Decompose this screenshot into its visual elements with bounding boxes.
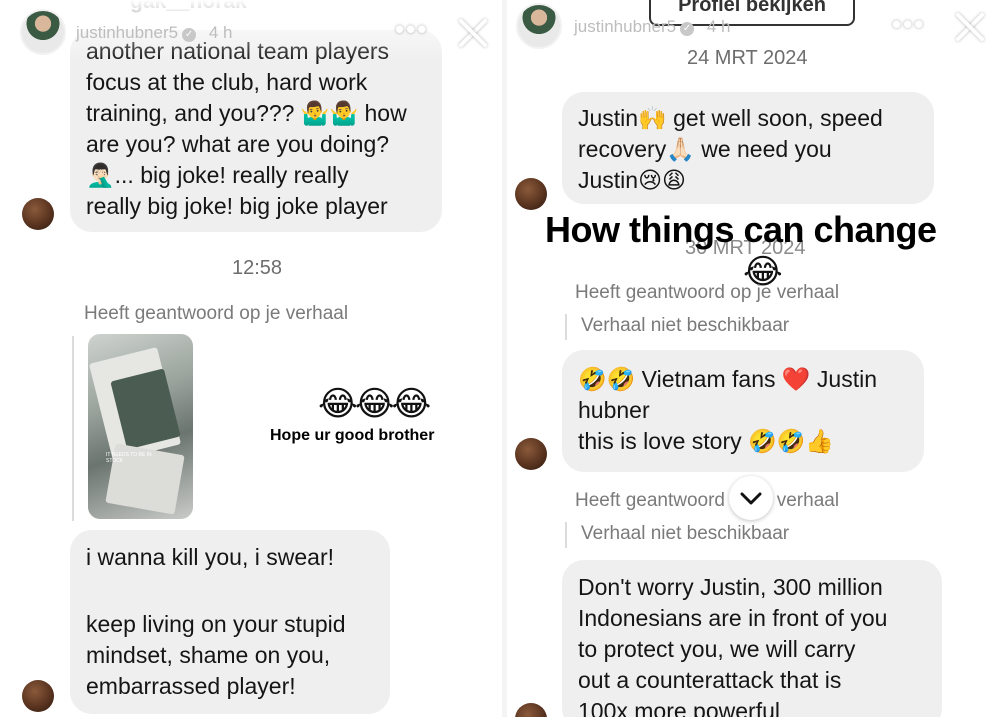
message-line: out a counterattack that is bbox=[578, 667, 842, 693]
story-thumbnail[interactable]: IT NEEDS TO BE IN STOCK bbox=[88, 334, 193, 519]
left-story-panel: gak__horak another national team players… bbox=[0, 0, 502, 717]
message-line: mindset, shame on you, bbox=[86, 642, 331, 668]
top-username: gak__horak bbox=[130, 0, 247, 13]
header-username-row[interactable]: justinhubner5 ✓ 4 h bbox=[76, 23, 232, 43]
profile-avatar[interactable] bbox=[20, 9, 66, 55]
message-line: Justin😢😩 bbox=[578, 167, 687, 193]
close-icon[interactable] bbox=[456, 16, 490, 50]
message-line: Justin🙌 get well soon, speed bbox=[578, 105, 883, 131]
message-bubble: another national team players focus at t… bbox=[70, 30, 442, 232]
message-line: embarrassed player! bbox=[86, 673, 296, 699]
message-bubble: i wanna kill you, i swear! keep living o… bbox=[70, 530, 390, 714]
header-username: justinhubner5 bbox=[574, 17, 677, 36]
message-line: hubner bbox=[578, 397, 650, 423]
story-unavailable: Verhaal niet beschikbaar bbox=[581, 315, 790, 336]
reply-label: Heeft geantwoord op je verhaal bbox=[575, 490, 840, 511]
sender-avatar bbox=[515, 438, 547, 470]
message-line: 🤦🏻‍♂️... big joke! really really bbox=[86, 162, 349, 188]
message-line: to protect you, we will carry bbox=[578, 636, 856, 662]
header-username: justinhubner5 bbox=[76, 23, 179, 42]
message-line: recovery🙏🏻 we need you bbox=[578, 136, 832, 162]
message-line: i wanna kill you, i swear! bbox=[86, 544, 334, 570]
message-bubble: Don't worry Justin, 300 million Indonesi… bbox=[562, 560, 942, 717]
verified-icon: ✓ bbox=[680, 22, 695, 36]
more-dots-icon[interactable]: ••• bbox=[395, 14, 428, 45]
header-time: 4 h bbox=[208, 23, 233, 42]
header-time: 4 h bbox=[706, 17, 731, 36]
header-username-row[interactable]: justinhubner5 ✓ 4 h bbox=[574, 17, 730, 37]
message-bubble: 🤣🤣 Vietnam fans ❤️ Justin hubner this is… bbox=[562, 350, 924, 472]
sender-avatar bbox=[515, 178, 547, 210]
message-bubble: Justin🙌 get well soon, speed recovery🙏🏻 … bbox=[562, 92, 934, 204]
message-line: this is love story 🤣🤣👍 bbox=[578, 428, 834, 454]
reply-label: Heeft geantwoord op je verhaal bbox=[575, 282, 840, 303]
profile-avatar[interactable] bbox=[516, 3, 562, 49]
reply-indicator-bar bbox=[565, 314, 567, 340]
message-line: Indonesians are in front of you bbox=[578, 605, 888, 631]
reply-label: Heeft geantwoord op je verhaal bbox=[84, 303, 349, 324]
sender-avatar bbox=[22, 680, 54, 712]
reply-indicator-bar bbox=[72, 336, 74, 521]
more-dots-icon[interactable]: ••• bbox=[892, 9, 925, 40]
message-line: Don't worry Justin, 300 million bbox=[578, 574, 883, 600]
overlay-caption: Hope ur good brother bbox=[270, 427, 435, 444]
scroll-down-button[interactable] bbox=[729, 476, 773, 520]
thumbnail-caption: IT NEEDS TO BE IN STOCK bbox=[106, 452, 152, 464]
sender-avatar bbox=[22, 198, 54, 230]
overlay-title: How things can change bbox=[545, 209, 937, 250]
right-story-panel: Profiel bekijken justinhubner5 ✓ 4 h ••• … bbox=[507, 0, 1000, 717]
overlay-emojis: 😂😂😂 bbox=[318, 384, 431, 424]
close-icon[interactable] bbox=[953, 10, 987, 44]
message-line: focus at the club, hard work bbox=[86, 69, 368, 95]
message-line: are you? what are you doing? bbox=[86, 131, 390, 157]
message-line: 🤣🤣 Vietnam fans ❤️ Justin bbox=[578, 366, 877, 392]
reply-indicator-bar bbox=[565, 522, 567, 548]
message-line: keep living on your stupid bbox=[86, 611, 346, 637]
chevron-down-icon bbox=[740, 492, 762, 505]
message-timestamp: 12:58 bbox=[232, 257, 283, 279]
story-unavailable: Verhaal niet beschikbaar bbox=[581, 523, 790, 544]
message-line: training, and you??? 🤷‍♂️🤷‍♂️ how bbox=[86, 100, 407, 126]
message-line: 100x more powerful bbox=[578, 698, 780, 717]
verified-icon: ✓ bbox=[182, 28, 197, 42]
message-line: really big joke! big joke player bbox=[86, 193, 388, 219]
date-separator: 24 MRT 2024 bbox=[687, 47, 808, 69]
sender-avatar bbox=[515, 703, 547, 717]
